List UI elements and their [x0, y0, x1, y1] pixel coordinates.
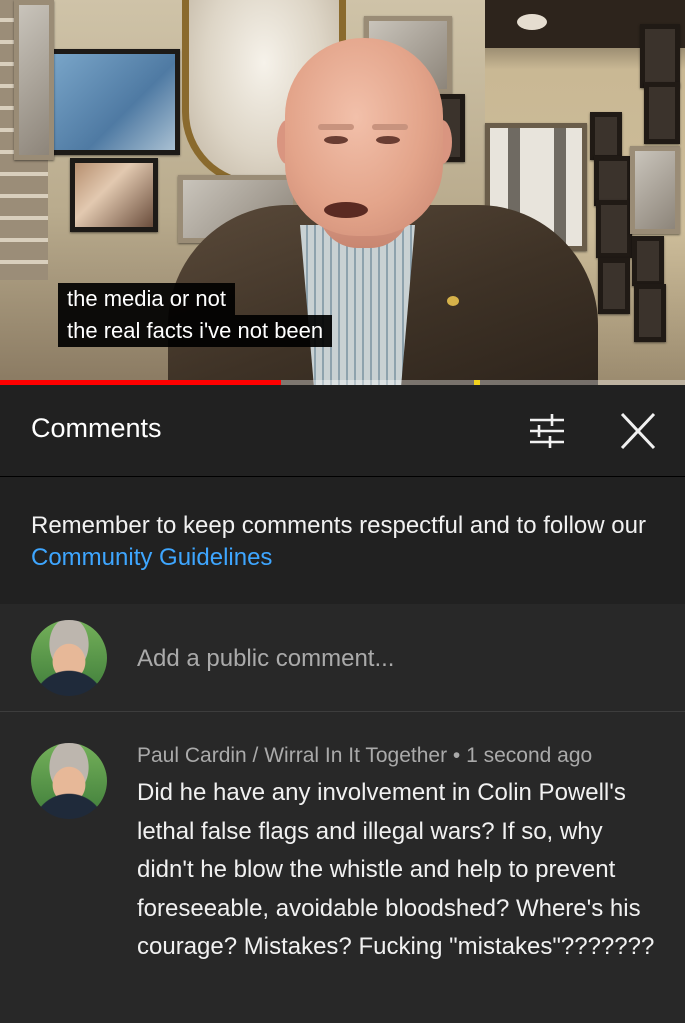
comments-header: Comments: [0, 385, 685, 477]
community-notice: Remember to keep comments respectful and…: [0, 477, 685, 604]
comments-title: Comments: [31, 413, 162, 443]
meta-separator: •: [447, 744, 467, 767]
video-frame-speaker-brow: [372, 124, 408, 130]
sliders-icon: [530, 414, 564, 448]
video-frame-picture: [632, 236, 664, 286]
video-frame-ceiling-light: [517, 14, 547, 30]
video-frame-speaker-eye: [324, 136, 348, 144]
video-frame-picture: [596, 200, 632, 258]
add-comment-input[interactable]: [137, 642, 637, 676]
video-frame-picture: [634, 284, 666, 342]
caption-line: the real facts i've not been: [58, 315, 333, 347]
comment-author[interactable]: Paul Cardin / Wirral In It Together: [137, 744, 447, 767]
video-frame-picture: [640, 24, 680, 88]
avatar[interactable]: [31, 620, 107, 696]
community-guidelines-link[interactable]: Community Guidelines: [31, 544, 272, 571]
video-frame-picture: [594, 156, 632, 206]
video-frame-picture: [46, 49, 180, 155]
video-frame-picture: [630, 146, 680, 234]
comment-author-avatar[interactable]: [31, 743, 107, 819]
closed-captions: the media or not the real facts i've not…: [58, 283, 333, 347]
video-frame-picture: [70, 158, 158, 232]
video-frame-speaker-eye: [376, 136, 400, 144]
video-frame-picture: [14, 0, 54, 160]
video-frame-picture: [644, 82, 680, 144]
video-frame-speaker-brow: [318, 124, 354, 130]
comment-list: Paul Cardin / Wirral In It Together • 1 …: [0, 712, 685, 1023]
video-frame-picture: [590, 112, 622, 160]
comment-time: 1 second ago: [466, 744, 593, 767]
comment-meta: Paul Cardin / Wirral In It Together • 1 …: [137, 744, 592, 768]
notice-text: Remember to keep comments respectful and…: [31, 510, 651, 574]
video-frame-speaker-mouth: [324, 202, 368, 218]
video-player[interactable]: the media or not the real facts i've not…: [0, 0, 685, 385]
sort-comments-button[interactable]: [522, 411, 572, 451]
caption-line: the media or not: [58, 283, 235, 315]
video-frame-lapel-pin: [447, 296, 459, 306]
comment-text: Did he have any involvement in Colin Pow…: [137, 779, 655, 960]
close-comments-button[interactable]: [612, 407, 664, 455]
notice-text-body: Remember to keep comments respectful and…: [31, 512, 646, 539]
close-icon: [620, 412, 656, 450]
add-comment-row: [0, 604, 685, 712]
video-frame-picture: [598, 258, 630, 314]
